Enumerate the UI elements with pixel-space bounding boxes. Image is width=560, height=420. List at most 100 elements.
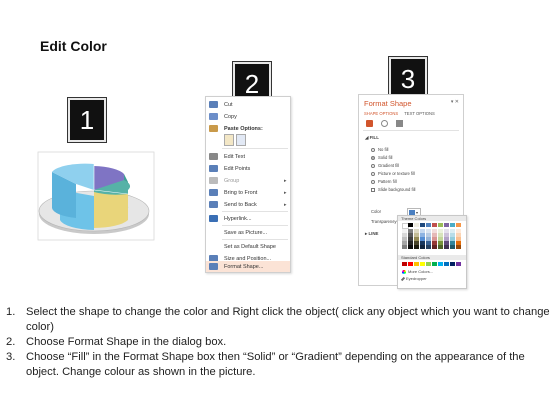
color-swatch[interactable] xyxy=(402,233,407,237)
color-swatch[interactable] xyxy=(450,237,455,241)
color-swatch[interactable] xyxy=(420,262,425,266)
color-swatch[interactable] xyxy=(432,237,437,241)
color-swatch[interactable] xyxy=(432,241,437,245)
tab-text-options[interactable]: TEXT OPTIONS xyxy=(404,111,435,116)
color-swatch[interactable] xyxy=(432,223,437,227)
color-swatch[interactable] xyxy=(420,223,425,227)
color-swatch[interactable] xyxy=(408,223,413,227)
color-swatch[interactable] xyxy=(456,233,461,237)
color-swatch[interactable] xyxy=(414,262,419,266)
color-swatch[interactable] xyxy=(438,262,443,266)
color-swatch[interactable] xyxy=(414,229,419,233)
menu-item-bring-to-front[interactable]: Bring to Front ▸ xyxy=(206,187,290,198)
color-swatch[interactable] xyxy=(414,245,419,249)
color-swatch[interactable] xyxy=(450,229,455,233)
color-swatch[interactable] xyxy=(456,262,461,266)
color-swatch[interactable] xyxy=(408,241,413,245)
color-swatch[interactable] xyxy=(438,237,443,241)
color-swatch[interactable] xyxy=(432,245,437,249)
color-swatch[interactable] xyxy=(402,245,407,249)
pane-close-icon[interactable]: ▾ ✕ xyxy=(451,99,459,105)
color-swatch[interactable] xyxy=(402,229,407,233)
color-swatch[interactable] xyxy=(444,237,449,241)
menu-item-edit-text[interactable]: Edit Text xyxy=(206,151,290,162)
menu-item-cut[interactable]: Cut xyxy=(206,99,290,110)
gradient-fill-option[interactable]: Gradient fill xyxy=(371,163,399,168)
eyedropper-item[interactable]: Eyedropper xyxy=(400,276,427,281)
picture-fill-option[interactable]: Picture or texture fill xyxy=(371,171,415,176)
menu-item-set-default-shape[interactable]: Set as Default Shape xyxy=(206,241,290,252)
color-swatch[interactable] xyxy=(408,237,413,241)
color-swatch[interactable] xyxy=(432,262,437,266)
color-swatch[interactable] xyxy=(420,233,425,237)
menu-item-edit-points[interactable]: Edit Points xyxy=(206,163,290,174)
menu-item-group[interactable]: Group ▸ xyxy=(206,175,290,186)
context-menu: Cut Copy Paste Options: Edit Text Edit P… xyxy=(205,96,291,273)
color-swatch[interactable] xyxy=(408,233,413,237)
color-swatch[interactable] xyxy=(450,262,455,266)
fill-line-icon[interactable] xyxy=(366,120,373,127)
color-swatch[interactable] xyxy=(456,229,461,233)
color-swatch[interactable] xyxy=(408,245,413,249)
no-fill-option[interactable]: No fill xyxy=(371,147,388,152)
color-swatch[interactable] xyxy=(414,237,419,241)
more-colors-item[interactable]: More Colors... xyxy=(402,269,433,274)
color-swatch[interactable] xyxy=(426,245,431,249)
color-swatch[interactable] xyxy=(456,245,461,249)
color-swatch[interactable] xyxy=(426,241,431,245)
color-swatch[interactable] xyxy=(456,237,461,241)
color-swatch[interactable] xyxy=(408,262,413,266)
paste-picture-icon[interactable] xyxy=(236,134,246,146)
color-swatch[interactable] xyxy=(444,223,449,227)
color-swatch[interactable] xyxy=(444,229,449,233)
color-swatch[interactable] xyxy=(438,229,443,233)
menu-item-hyperlink[interactable]: Hyperlink... xyxy=(206,213,290,224)
color-swatch[interactable] xyxy=(420,237,425,241)
color-swatch[interactable] xyxy=(420,241,425,245)
color-swatch[interactable] xyxy=(420,245,425,249)
menu-item-save-as-picture[interactable]: Save as Picture... xyxy=(206,227,290,238)
color-swatch[interactable] xyxy=(426,262,431,266)
menu-item-copy[interactable]: Copy xyxy=(206,111,290,122)
color-swatch[interactable] xyxy=(402,262,407,266)
pie-chart-shape[interactable] xyxy=(36,150,156,242)
color-swatch[interactable] xyxy=(438,233,443,237)
color-swatch[interactable] xyxy=(414,233,419,237)
size-properties-icon[interactable] xyxy=(396,120,403,127)
color-swatch[interactable] xyxy=(426,229,431,233)
color-swatch[interactable] xyxy=(450,245,455,249)
fill-section-header[interactable]: ◢ FILL xyxy=(365,135,379,141)
tab-shape-options[interactable]: SHAPE OPTIONS xyxy=(364,111,398,116)
line-section-header[interactable]: ▸ LINE xyxy=(365,231,378,237)
solid-fill-option[interactable]: Solid fill xyxy=(371,155,392,160)
color-swatch[interactable] xyxy=(402,237,407,241)
color-swatch[interactable] xyxy=(444,262,449,266)
color-swatch[interactable] xyxy=(444,233,449,237)
color-swatch[interactable] xyxy=(426,237,431,241)
color-swatch[interactable] xyxy=(438,223,443,227)
color-swatch[interactable] xyxy=(438,241,443,245)
color-swatch[interactable] xyxy=(450,223,455,227)
color-swatch[interactable] xyxy=(408,229,413,233)
color-swatch[interactable] xyxy=(432,233,437,237)
color-swatch[interactable] xyxy=(456,223,461,227)
color-swatch[interactable] xyxy=(444,241,449,245)
pattern-fill-option[interactable]: Pattern fill xyxy=(371,179,397,184)
menu-item-send-to-back[interactable]: Send to Back ▸ xyxy=(206,199,290,210)
color-swatch[interactable] xyxy=(414,223,419,227)
color-swatch[interactable] xyxy=(426,233,431,237)
effects-icon[interactable] xyxy=(381,120,388,127)
color-swatch[interactable] xyxy=(432,229,437,233)
paste-keep-format-icon[interactable] xyxy=(224,134,234,146)
color-swatch[interactable] xyxy=(444,245,449,249)
color-swatch[interactable] xyxy=(456,241,461,245)
color-swatch[interactable] xyxy=(450,233,455,237)
color-swatch[interactable] xyxy=(450,241,455,245)
color-swatch[interactable] xyxy=(402,241,407,245)
color-swatch[interactable] xyxy=(426,223,431,227)
color-swatch[interactable] xyxy=(438,245,443,249)
color-swatch[interactable] xyxy=(420,229,425,233)
menu-item-format-shape[interactable]: Format Shape... xyxy=(206,261,290,272)
color-swatch[interactable] xyxy=(414,241,419,245)
slide-background-fill-option[interactable]: Slide background fill xyxy=(371,187,415,192)
